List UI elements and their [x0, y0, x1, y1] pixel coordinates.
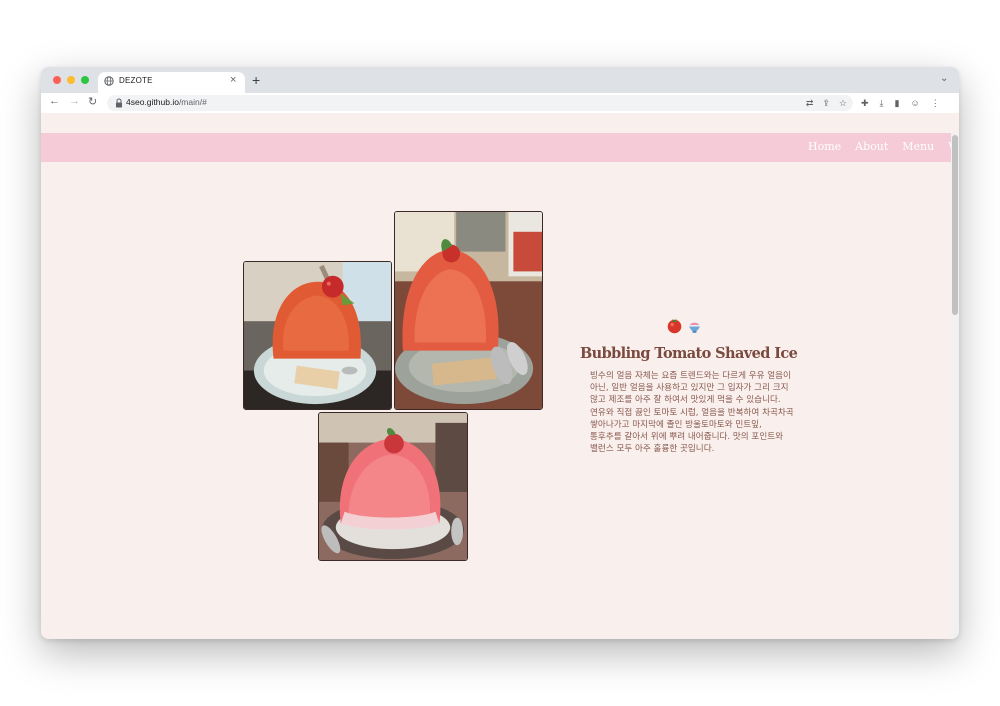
nav-link-about[interactable]: About — [855, 140, 888, 153]
shaved-ice-icon — [688, 321, 701, 333]
site-navbar: Home About Menu Wifi — [41, 133, 959, 162]
tab-strip: DEZOTE × + ⌄ — [41, 67, 959, 93]
browser-window: DEZOTE × + ⌄ ← → ↻ 4seo.github.io/main/#… — [41, 67, 959, 639]
side-panel-icon[interactable]: ▮ — [895, 96, 900, 110]
nav-link-menu[interactable]: Menu — [902, 140, 934, 153]
site-nav-links: Home About Menu Wifi — [808, 140, 959, 153]
profile-icon[interactable]: ☺ — [910, 96, 919, 110]
close-window-button[interactable] — [53, 76, 61, 84]
dish-photo-bottom — [318, 412, 468, 561]
download-icon[interactable]: ⤓ — [880, 96, 884, 110]
translate-icon[interactable]: ⇄ — [806, 96, 814, 110]
address-bar-actions: ⇄ ⇪ ☆ — [806, 96, 847, 110]
dish-photo-right — [394, 211, 543, 410]
bookmark-star-icon[interactable]: ☆ — [839, 96, 847, 110]
toolbar-actions: ✚ ⤓ ▮ ☺ ⋮ — [861, 96, 940, 110]
new-tab-button[interactable]: + — [252, 72, 260, 88]
lock-icon[interactable] — [115, 98, 123, 108]
extensions-icon[interactable]: ✚ — [861, 96, 869, 110]
dish-title: Bubbling Tomato Shaved Ice — [580, 345, 798, 362]
dish-description: 빙수의 얼음 자체는 요즘 트렌드와는 다르게 우유 얼음이 아닌, 일반 얼음… — [590, 371, 794, 455]
dish-photo-left — [243, 261, 392, 410]
web-page: Home About Menu Wifi — [41, 113, 959, 639]
url-host: 4seo.github.io — [126, 97, 179, 107]
browser-toolbar: ← → ↻ 4seo.github.io/main/# ⇄ ⇪ ☆ ✚ ⤓ ▮ … — [41, 93, 959, 113]
forward-arrow-icon[interactable]: → — [69, 95, 80, 107]
tab-title: DEZOTE — [119, 76, 153, 85]
back-arrow-icon[interactable]: ← — [49, 95, 60, 107]
url-text[interactable]: 4seo.github.io/main/# — [126, 97, 207, 107]
nav-link-home[interactable]: Home — [808, 140, 841, 153]
minimize-window-button[interactable] — [67, 76, 75, 84]
dish-emoji-row — [666, 317, 703, 334]
share-icon[interactable]: ⇪ — [822, 96, 830, 110]
url-path: /main/# — [178, 97, 207, 107]
scrollbar-thumb[interactable] — [952, 135, 958, 315]
tab-search-chevron-icon[interactable]: ⌄ — [940, 73, 948, 84]
page-scrollbar[interactable] — [951, 133, 959, 639]
close-tab-icon[interactable]: × — [230, 74, 236, 86]
address-bar[interactable]: 4seo.github.io/main/# ⇄ ⇪ ☆ — [107, 95, 853, 111]
tomato-icon — [667, 319, 682, 334]
maximize-window-button[interactable] — [81, 76, 89, 84]
window-controls — [53, 76, 89, 84]
browser-tab[interactable]: DEZOTE × — [98, 72, 245, 93]
reload-icon[interactable]: ↻ — [88, 95, 97, 108]
menu-kebab-icon[interactable]: ⋮ — [931, 96, 940, 110]
globe-icon — [104, 76, 114, 86]
